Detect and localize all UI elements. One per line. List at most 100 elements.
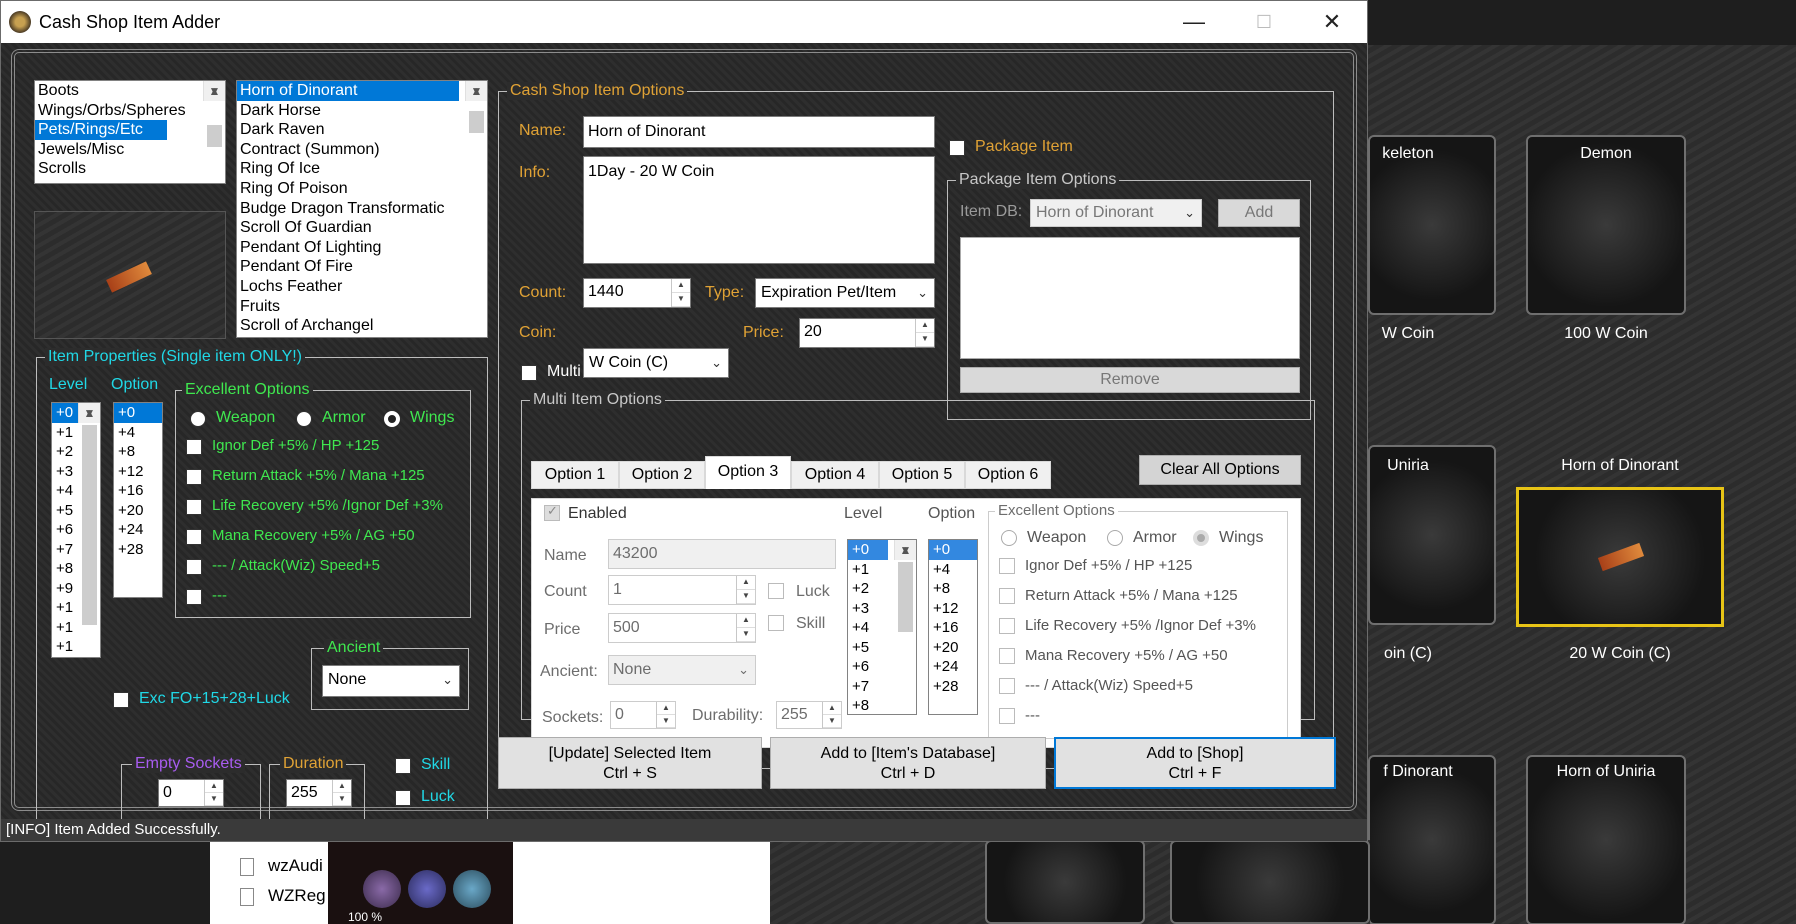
list-item[interactable]: Pendant Of Fire — [237, 257, 487, 277]
spin-up-icon[interactable]: ▲ — [916, 319, 934, 333]
scrollbar[interactable]: ▲ ▼ — [203, 81, 225, 147]
list-item[interactable]: Ring Of Ice — [237, 159, 487, 179]
list-item[interactable]: Pendant Of Lighting — [237, 238, 487, 258]
scrollbar[interactable]: ▲ ▼ — [78, 403, 100, 625]
exc-checkbox[interactable] — [186, 559, 202, 575]
scroll-thumb[interactable] — [82, 425, 97, 625]
list-item[interactable]: Dark Raven — [237, 120, 487, 140]
spinner: ▲ ▼ — [736, 576, 755, 604]
list-item[interactable]: +24 — [114, 520, 162, 540]
price-input[interactable]: 20 ▲ ▼ — [799, 318, 935, 348]
tab-option-4[interactable]: Option 4 — [791, 461, 879, 489]
item-db-value: Horn of Dinorant — [1036, 204, 1154, 221]
option-list[interactable]: +0 +4 +8 +12 +16 +20 +24 +28 — [113, 402, 163, 598]
sockets-input[interactable]: 0 ▲ ▼ — [158, 779, 224, 807]
minimize-button[interactable]: — — [1159, 1, 1229, 43]
item-db-select: Horn of Dinorant ⌄ — [1030, 199, 1202, 227]
spinner[interactable]: ▲ ▼ — [915, 319, 934, 347]
armor-radio[interactable] — [296, 411, 312, 427]
level-list[interactable]: +0 +1 +2 +3 +4 +5 +6 +7 +8 +9 +1 +1 +1 +… — [51, 402, 101, 658]
scroll-down-icon: ▼ — [899, 542, 912, 557]
spin-down-icon[interactable]: ▼ — [916, 333, 934, 347]
list-item[interactable]: Scroll Of Guardian — [237, 218, 487, 238]
list-item[interactable]: Scrolls — [35, 159, 225, 179]
tab-option-1[interactable]: Option 1 — [531, 461, 619, 489]
list-item[interactable]: +0 — [114, 403, 162, 423]
multi-item-checkbox[interactable] — [521, 365, 537, 381]
list-item[interactable]: Pets/Rings/Etc — [35, 120, 167, 140]
ancient-select[interactable]: None ⌄ — [322, 665, 460, 697]
item-list[interactable]: Horn of Dinorant Dark Horse Dark Raven C… — [236, 80, 488, 338]
list-item[interactable]: Dark Horse — [237, 101, 487, 121]
count-input[interactable]: 1440 ▲ ▼ — [583, 278, 691, 308]
close-button[interactable]: ✕ — [1297, 1, 1367, 43]
info-textarea[interactable]: 1Day - 20 W Coin — [583, 156, 935, 264]
clear-all-options-button[interactable]: Clear All Options — [1139, 455, 1301, 485]
exc-checkbox[interactable] — [186, 439, 202, 455]
skill-label: Skill — [796, 615, 826, 632]
list-item[interactable]: +16 — [114, 481, 162, 501]
wings-radio[interactable] — [384, 411, 400, 427]
title-bar[interactable]: Cash Shop Item Adder — ☐ ✕ — [1, 1, 1367, 43]
exc-checkbox[interactable] — [186, 589, 202, 605]
list-item[interactable]: Ring Of Poison — [237, 179, 487, 199]
duration-input[interactable]: 255 ▲ ▼ — [286, 779, 352, 807]
package-options-group: Package Item Options Item DB: Horn of Di… — [947, 171, 1311, 420]
list-item[interactable]: +0 — [52, 403, 78, 423]
exc-checkbox[interactable] — [186, 529, 202, 545]
list-item[interactable]: Boots — [35, 81, 225, 101]
list-item[interactable]: Jewels/Misc — [35, 140, 225, 160]
list-item[interactable]: Scroll of Archangel — [237, 316, 487, 336]
file-name: wzAudi — [268, 856, 323, 875]
luck-checkbox[interactable] — [395, 790, 411, 806]
tab-option-2[interactable]: Option 2 — [619, 461, 705, 489]
spinner[interactable]: ▲ ▼ — [332, 780, 351, 806]
scroll-down-icon[interactable]: ▼ — [204, 81, 225, 101]
list-item[interactable]: +1 — [52, 637, 100, 657]
list-item[interactable]: +1 — [52, 657, 100, 658]
scroll-down-icon[interactable]: ▼ — [79, 403, 100, 423]
spinner[interactable]: ▲ ▼ — [204, 780, 223, 806]
add-to-items-database-button[interactable]: Add to [Item's Database] Ctrl + D — [770, 737, 1046, 789]
spin-up-icon[interactable]: ▲ — [333, 780, 351, 793]
spin-down-icon[interactable]: ▼ — [205, 793, 223, 806]
list-item[interactable]: Wings/Orbs/Spheres — [35, 101, 225, 121]
tab-option-6[interactable]: Option 6 — [965, 461, 1051, 489]
list-item[interactable]: Lochs Feather — [237, 277, 487, 297]
list-item[interactable]: +28 — [114, 540, 162, 560]
spin-down-icon[interactable]: ▼ — [672, 293, 690, 307]
list-item[interactable]: +8 — [114, 442, 162, 462]
list-item[interactable]: +12 — [114, 462, 162, 482]
spin-down-icon[interactable]: ▼ — [333, 793, 351, 806]
tab-option-5[interactable]: Option 5 — [879, 461, 965, 489]
list-item[interactable]: +4 — [114, 423, 162, 443]
spin-up-icon[interactable]: ▲ — [672, 279, 690, 293]
update-selected-item-button[interactable]: [Update] Selected Item Ctrl + S — [498, 737, 762, 789]
list-item[interactable]: +20 — [114, 501, 162, 521]
package-items-list[interactable] — [960, 237, 1300, 359]
scrollbar[interactable]: ▲ ▼ — [465, 81, 487, 133]
list-item[interactable]: Budge Dragon Transformatic — [237, 199, 487, 219]
list-item[interactable]: Fruits — [237, 297, 487, 317]
scroll-thumb[interactable] — [207, 125, 222, 147]
skill-checkbox[interactable] — [395, 758, 411, 774]
weapon-radio[interactable] — [190, 411, 206, 427]
category-list[interactable]: Boots Wings/Orbs/Spheres Pets/Rings/Etc … — [34, 80, 226, 184]
scroll-down-icon[interactable]: ▼ — [466, 81, 487, 101]
exc-checkbox[interactable] — [186, 499, 202, 515]
tab-option-3[interactable]: Option 3 — [705, 456, 791, 489]
add-to-shop-button[interactable]: Add to [Shop] Ctrl + F — [1054, 737, 1336, 789]
exc-fo-checkbox[interactable] — [113, 692, 129, 708]
type-select[interactable]: Expiration Pet/Item ⌄ — [755, 278, 935, 308]
spin-up-icon[interactable]: ▲ — [205, 780, 223, 793]
list-item[interactable]: Horn of Dinorant — [237, 81, 459, 101]
spinner[interactable]: ▲ ▼ — [671, 279, 690, 307]
name-input[interactable]: Horn of Dinorant — [583, 116, 935, 148]
enabled-label: Enabled — [568, 505, 627, 522]
exc-checkbox[interactable] — [186, 469, 202, 485]
list-item[interactable]: Contract (Summon) — [237, 140, 487, 160]
count-label: Count — [544, 583, 587, 600]
scroll-thumb[interactable] — [469, 111, 484, 133]
spin-up-icon: ▲ — [737, 576, 755, 590]
package-item-checkbox[interactable] — [949, 140, 965, 156]
